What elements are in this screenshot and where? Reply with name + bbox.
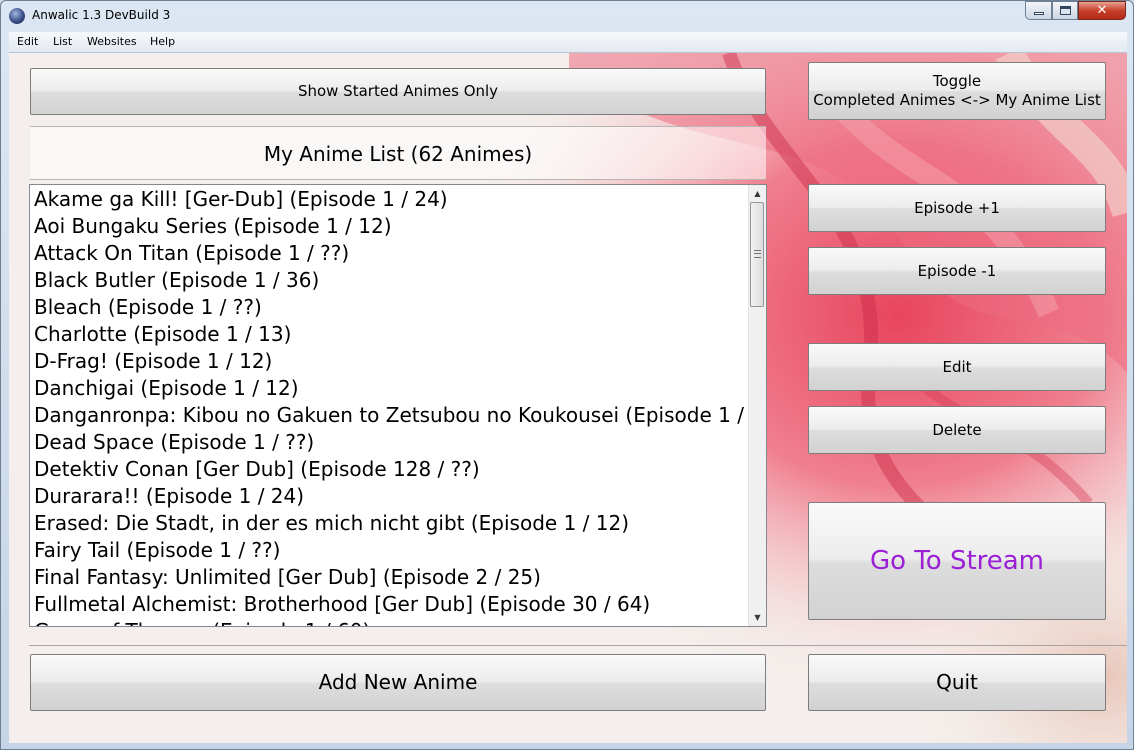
edit-button[interactable]: Edit [808,343,1106,391]
toggle-label-line2: Completed Animes <-> My Anime List [813,91,1101,109]
window-title: Anwalic 1.3 DevBuild 3 [32,8,171,22]
list-item[interactable]: Danchigai (Episode 1 / 12) [34,375,299,402]
list-item[interactable]: Black Butler (Episode 1 / 36) [34,267,319,294]
menu-help[interactable]: Help [150,35,175,48]
list-item[interactable]: Bleach (Episode 1 / ??) [34,294,262,321]
list-item[interactable]: Akame ga Kill! [Ger-Dub] (Episode 1 / 24… [34,186,448,213]
list-item[interactable]: Dead Space (Episode 1 / ??) [34,429,314,456]
list-item[interactable]: D-Frag! (Episode 1 / 12) [34,348,272,375]
scrollbar-thumb[interactable] [750,202,764,307]
episode-minus-button[interactable]: Episode -1 [808,247,1106,295]
list-item[interactable]: Erased: Die Stadt, in der es mich nicht … [34,510,629,537]
toggle-label-line1: Toggle [932,72,982,90]
delete-button[interactable]: Delete [808,406,1106,454]
list-title: My Anime List (62 Animes) [263,142,533,166]
app-icon [9,8,25,24]
quit-label: Quit [936,670,978,694]
add-new-anime-label: Add New Anime [318,670,478,694]
list-item[interactable]: Aoi Bungaku Series (Episode 1 / 12) [34,213,392,240]
minimize-icon [1034,12,1044,15]
episode-plus-button[interactable]: Episode +1 [808,184,1106,232]
close-button[interactable]: ✕ [1078,1,1126,20]
maximize-button[interactable] [1052,1,1078,20]
menu-websites[interactable]: Websites [87,35,137,48]
quit-button[interactable]: Quit [808,654,1106,711]
bottom-divider [29,645,1127,646]
list-item[interactable]: Attack On Titan (Episode 1 / ??) [34,240,349,267]
menu-bar: Edit List Websites Help [9,32,1127,53]
main-panel: Show Started Animes Only Toggle Complete… [9,53,1127,743]
title-bar[interactable]: Anwalic 1.3 DevBuild 3 ✕ [1,1,1133,31]
list-item[interactable]: Danganronpa: Kibou no Gakuen to Zetsubou… [34,402,766,429]
minimize-button[interactable] [1025,1,1052,20]
show-started-button[interactable]: Show Started Animes Only [30,68,766,115]
episode-minus-label: Episode -1 [917,261,997,280]
go-to-stream-label: Go To Stream [869,545,1045,576]
list-scrollbar[interactable]: ▲ ▼ [748,185,766,626]
toggle-list-button[interactable]: Toggle Completed Animes <-> My Anime Lis… [808,62,1106,120]
list-item[interactable]: Fullmetal Alchemist: Brotherhood [Ger Du… [34,591,650,618]
scroll-down-icon[interactable]: ▼ [749,609,766,626]
close-icon: ✕ [1096,3,1108,18]
go-to-stream-button[interactable]: Go To Stream [808,502,1106,620]
episode-plus-label: Episode +1 [914,198,1000,217]
list-item[interactable]: Final Fantasy: Unlimited [Ger Dub] (Epis… [34,564,541,591]
maximize-icon [1060,6,1071,15]
grip-icon [754,250,761,258]
add-new-anime-button[interactable]: Add New Anime [30,654,766,711]
delete-label: Delete [932,420,982,439]
scroll-up-icon[interactable]: ▲ [749,185,766,202]
edit-label: Edit [942,357,972,376]
anime-listbox[interactable]: Akame ga Kill! [Ger-Dub] (Episode 1 / 24… [29,184,767,627]
show-started-label: Show Started Animes Only [297,82,499,100]
list-header: My Anime List (62 Animes) [30,126,766,180]
list-item[interactable]: Charlotte (Episode 1 / 13) [34,321,291,348]
list-item[interactable]: Game of Thrones (Episode 1 / 60) [34,618,370,626]
list-item[interactable]: Fairy Tail (Episode 1 / ??) [34,537,280,564]
list-item[interactable]: Detektiv Conan [Ger Dub] (Episode 128 / … [34,456,480,483]
menu-edit[interactable]: Edit [17,35,38,48]
app-window: Anwalic 1.3 DevBuild 3 ✕ Edit List Websi… [0,0,1134,750]
menu-list[interactable]: List [53,35,72,48]
list-item[interactable]: Durarara!! (Episode 1 / 24) [34,483,304,510]
